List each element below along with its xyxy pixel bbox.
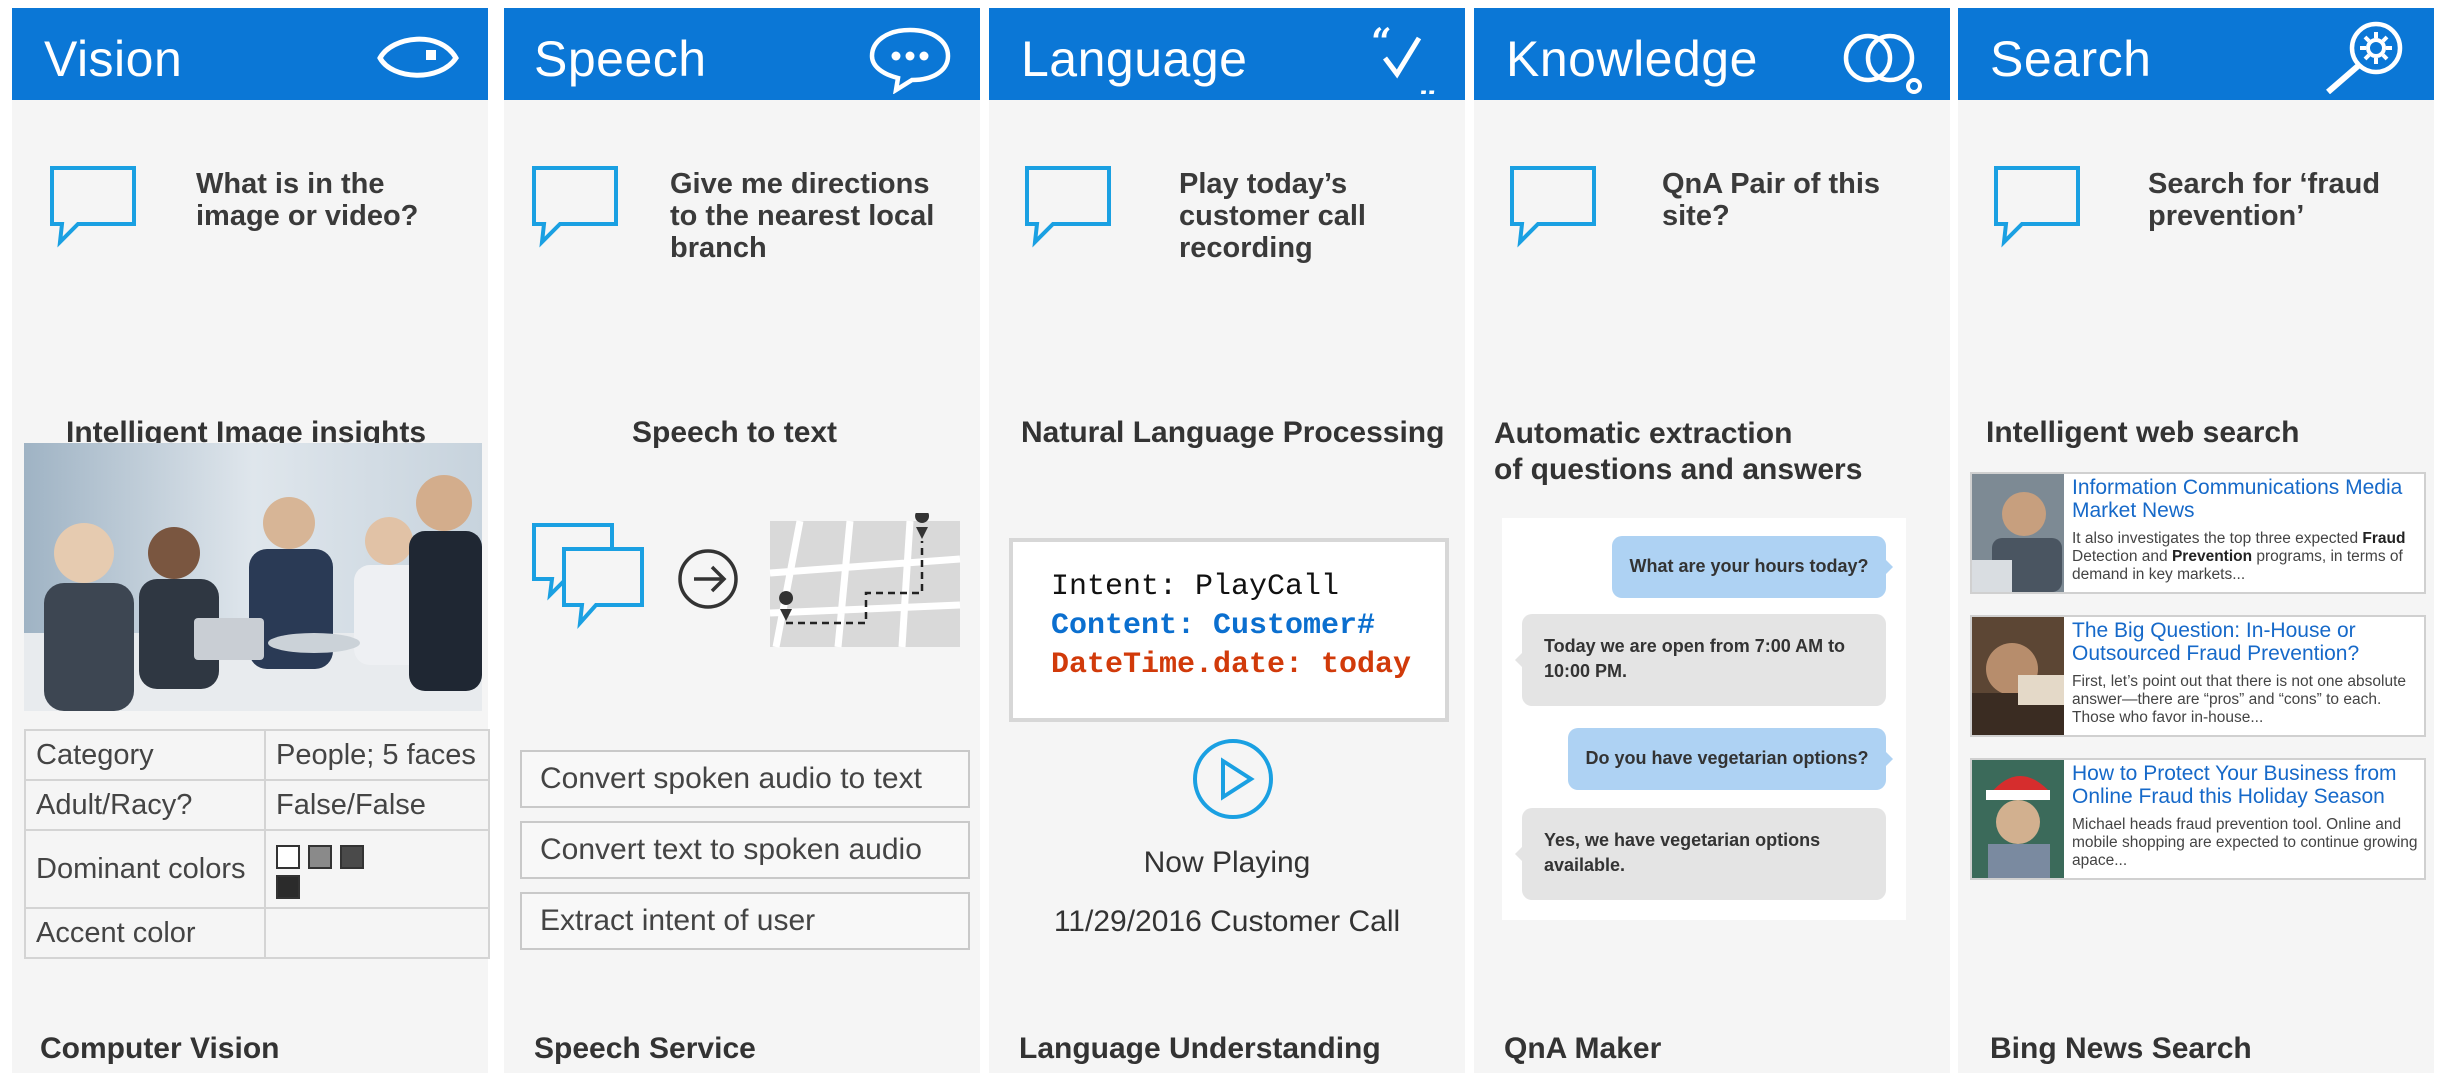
content-line: Content: Customer# (1051, 609, 1376, 643)
speech-header: Speech (504, 8, 980, 100)
search-title: Search (1990, 31, 2152, 87)
service-item-speech-to-text: Convert spoken audio to text (520, 750, 970, 808)
knowledge-section-title-line-1: Automatic extraction (1494, 417, 1793, 450)
chat-bubble-icon (532, 166, 618, 248)
result-snippet: First, let’s point out that there is not… (2072, 673, 2407, 726)
business-meeting-photo (24, 443, 482, 711)
quote-check-icon: “ „ (1371, 21, 1438, 94)
result-snippet: It also investigates the top three expec… (2072, 530, 2422, 584)
result-thumbnail (1972, 617, 2064, 735)
speech-column: Speech Give me directions to the nearest… (504, 8, 980, 1073)
color-swatch (276, 875, 300, 899)
snippet-highlight: Prevention (2171, 548, 2253, 565)
adult-racy-value: False/False (264, 779, 490, 831)
chat-message-bot: Yes, we have vegetarian options availabl… (1515, 808, 1886, 900)
accent-color-value (264, 907, 490, 959)
vision-header: Vision (12, 8, 488, 100)
chat-bubble-icon (1025, 166, 1111, 248)
speech-section-title: Speech to text (632, 416, 838, 449)
intent-line: Intent: PlayCall (1051, 570, 1340, 604)
language-title: Language (1021, 31, 1248, 87)
now-playing-label: Now Playing (1143, 846, 1311, 879)
language-column: Language “ „ Play today’s customer call … (989, 8, 1465, 1073)
service-item-intent-extraction: Extract intent of user (520, 892, 970, 950)
search-result[interactable]: How to Protect Your Business from Online… (1970, 758, 2426, 880)
search-result[interactable]: The Big Question: In-House or Outsourced… (1970, 615, 2426, 737)
service-item-text-to-speech: Convert text to spoken audio (520, 821, 970, 879)
search-result[interactable]: Information Communications Media Market … (1970, 472, 2426, 594)
search-section-title: Intelligent web search (1986, 416, 2300, 449)
map-directions-icon (769, 513, 961, 648)
snippet-highlight: Fraud (2362, 530, 2406, 547)
speech-service-label: Speech Service (534, 1032, 756, 1065)
result-title-link[interactable]: Information Communications Media Market … (2072, 476, 2422, 522)
chat-message-bot: Today we are open from 7:00 AM to 10:00 … (1515, 614, 1886, 706)
overlapping-circles-icon (1843, 33, 1922, 94)
color-swatch (340, 845, 364, 869)
knowledge-section-title: Automatic extraction of questions and an… (1494, 416, 1862, 488)
language-understanding-label: Language Understanding (1019, 1032, 1381, 1065)
qna-chat-panel: What are your hours today? Today we are … (1502, 518, 1906, 920)
search-header: Search (1958, 8, 2434, 100)
chat-message-user: What are your hours today? (1612, 536, 1893, 598)
language-question: Play today’s customer call recording (1179, 168, 1366, 264)
call-recording-label: 11/29/2016 Customer Call (1053, 905, 1401, 938)
chat-bubble-icon (1510, 166, 1596, 248)
speech-bubbles-icon (532, 523, 644, 630)
language-header: Language “ „ (989, 8, 1465, 100)
snippet-text: It also investigates the top three expec… (2072, 530, 2359, 547)
search-question: Search for ‘fraud prevention’ (2148, 168, 2381, 232)
bing-news-search-label: Bing News Search (1990, 1032, 2252, 1065)
speech-question: Give me directions to the nearest local … (670, 168, 935, 264)
speech-to-directions-graphic (532, 513, 961, 648)
category-label: Category (24, 729, 266, 781)
search-column: Search Search for ‘fraud prevention’ Int… (1958, 8, 2434, 1073)
category-value: People; 5 faces (264, 729, 490, 781)
dominant-colors-label: Dominant colors (24, 829, 266, 909)
knowledge-header: Knowledge (1474, 8, 1950, 100)
result-title-link[interactable]: How to Protect Your Business from Online… (2072, 762, 2422, 808)
datetime-line: DateTime.date: today (1051, 648, 1412, 682)
snippet-text: Detection and (2072, 548, 2168, 565)
vision-title: Vision (44, 31, 183, 87)
vision-question: What is in the image or video? (196, 168, 419, 232)
accent-color-label: Accent color (24, 907, 266, 959)
chat-bubble-icon (1994, 166, 2080, 248)
arrow-right-icon (678, 549, 738, 609)
result-thumbnail (1972, 474, 2064, 592)
color-swatch (276, 845, 300, 869)
color-swatch (308, 845, 332, 869)
adult-racy-label: Adult/Racy? (24, 779, 266, 831)
knowledge-title: Knowledge (1506, 31, 1758, 87)
speech-title: Speech (534, 31, 707, 87)
dominant-colors-value (264, 829, 490, 909)
chat-bubble-icon (50, 166, 136, 248)
computer-vision-label: Computer Vision (40, 1032, 280, 1065)
knowledge-column: Knowledge QnA Pair of this site? Automat… (1474, 8, 1950, 1073)
result-title-link[interactable]: The Big Question: In-House or Outsourced… (2072, 619, 2422, 665)
knowledge-question: QnA Pair of this site? (1662, 168, 1881, 232)
svg-text:“: “ (1371, 21, 1392, 63)
language-section-title: Natural Language Processing (1021, 416, 1445, 449)
qna-maker-label: QnA Maker (1504, 1032, 1662, 1065)
result-thumbnail (1972, 760, 2064, 878)
magnifier-gear-icon (2326, 21, 2403, 94)
chat-message-user: Do you have vegetarian options? (1568, 728, 1893, 790)
knowledge-section-title-line-2: of questions and answers (1494, 453, 1863, 486)
vision-column: Vision What is in the image or video? In… (12, 8, 490, 1073)
image-insights-table: Category People; 5 faces Adult/Racy? Fal… (24, 729, 490, 959)
svg-text:„: „ (1417, 63, 1438, 94)
eye-icon (377, 36, 459, 78)
result-snippet: Michael heads fraud prevention tool. Onl… (2072, 816, 2418, 869)
play-button-icon[interactable] (1191, 737, 1275, 821)
intent-output-box: Intent: PlayCall Content: Customer# Date… (1009, 538, 1449, 722)
speech-bubble-dots-icon (869, 27, 951, 94)
